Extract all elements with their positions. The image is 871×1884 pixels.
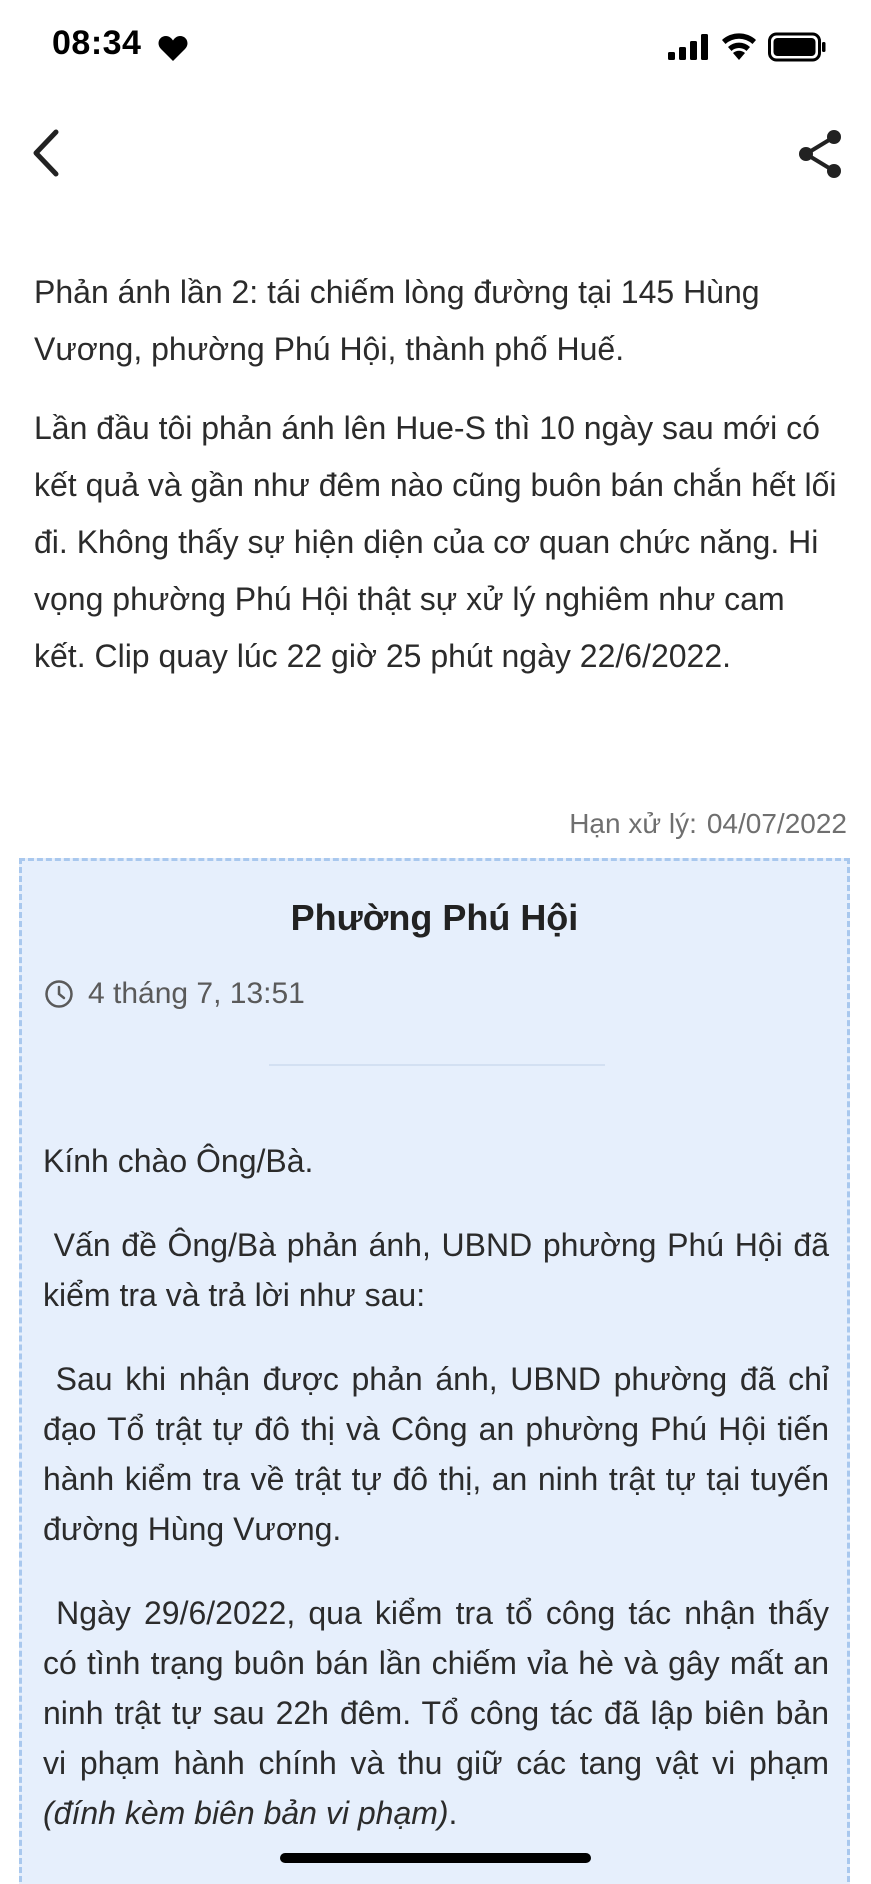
response-time-text: 4 tháng 7, 13:51 [88, 977, 305, 1010]
home-indicator[interactable] [280, 1853, 591, 1863]
response-body: Kính chào Ông/Bà. Vấn đề Ông/Bà phản ánh… [43, 1136, 829, 1872]
report-title: Phản ánh lần 2: tái chiếm lòng đường tại… [34, 274, 760, 367]
response-card: Phường Phú Hội 4 tháng 7, 13:51 Kính chà… [19, 858, 850, 1884]
deadline-value: 04/07/2022 [706, 808, 847, 839]
response-paragraph-3-text: Ngày 29/6/2022, qua kiểm tra tổ công tác… [43, 1595, 838, 1781]
status-time: 08:34 [52, 24, 142, 62]
report-content: Phản ánh lần 2: tái chiếm lòng đường tại… [34, 264, 844, 685]
response-paragraph-3: Ngày 29/6/2022, qua kiểm tra tổ công tác… [43, 1588, 829, 1838]
status-bar: 08:34 [0, 0, 871, 96]
wifi-icon [722, 33, 756, 60]
divider [269, 1064, 605, 1066]
clock-icon [45, 980, 73, 1008]
response-paragraph-1: Vấn đề Ông/Bà phản ánh, UBND phường Phú … [43, 1227, 838, 1313]
deadline-label: Hạn xử lý: [569, 808, 697, 839]
attachment-note: (đính kèm biên bản vi phạm) [43, 1795, 449, 1831]
battery-icon [768, 32, 826, 62]
heart-icon [158, 36, 188, 61]
back-button[interactable] [26, 124, 72, 182]
response-paragraph-2: Sau khi nhận được phản ánh, UBND phường … [43, 1361, 838, 1547]
report-body: Lần đầu tôi phản ánh lên Hue-S thì 10 ng… [34, 410, 837, 674]
response-paragraph-3-end: . [448, 1795, 458, 1831]
responder-name: Phường Phú Hội [290, 897, 579, 938]
response-time: 4 tháng 7, 13:51 [44, 977, 305, 1011]
report-detail-screen: 08:34 Phản ánh lần 2: tái chiếm lòng đườ… [0, 0, 871, 1884]
deadline: Hạn xử lý: 04/07/2022 [569, 808, 847, 840]
share-button[interactable] [796, 128, 844, 180]
signal-icon [668, 34, 708, 60]
response-greeting: Kính chào Ông/Bà. [43, 1143, 314, 1179]
